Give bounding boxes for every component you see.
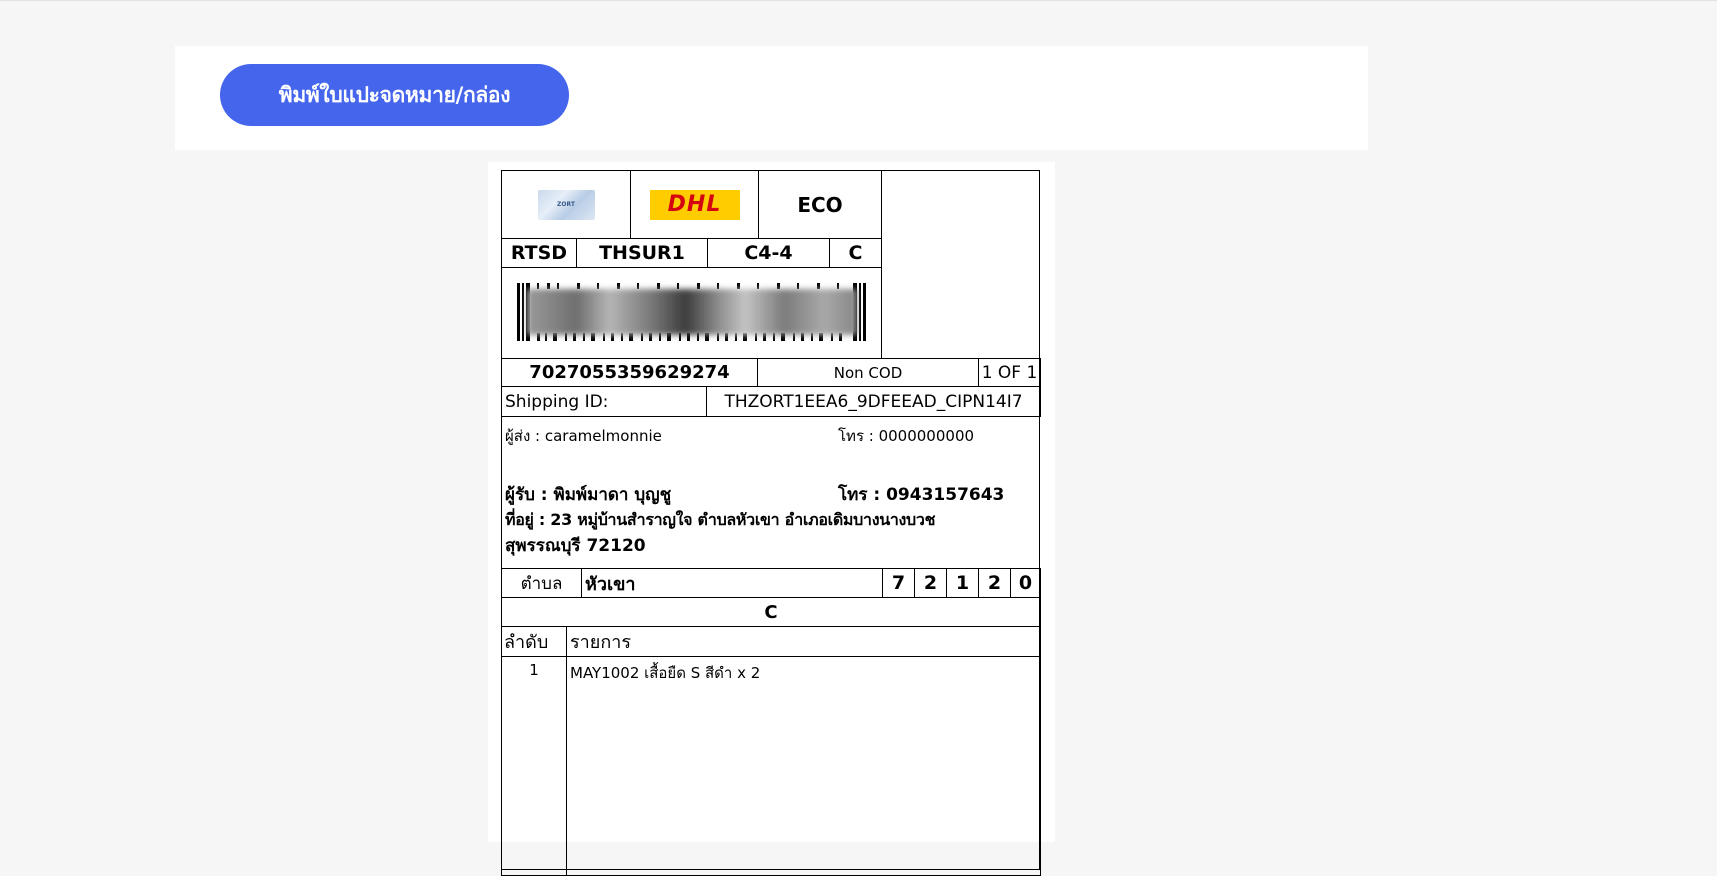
postcode-digit: 7 [882,568,915,598]
postcode-digit: 0 [1010,568,1041,598]
items-no-column: 1 [501,656,567,876]
items-header-no: ลำดับ [501,626,567,657]
item-description: MAY1002 เสื้อยืด S สีดำ x 2 [570,664,761,682]
postcode-digit: 1 [946,568,979,598]
sort-code: C [501,597,1041,627]
route-code-1: RTSD [501,238,577,268]
sender-name: ผู้ส่ง : caramelmonnie [505,427,662,445]
subdistrict-label: ตำบล [501,568,582,598]
carrier-logo-cell: DHL [630,170,759,239]
route-code-2: THSUR1 [576,238,708,268]
print-label-button[interactable]: พิมพ์ใบแปะจดหมาย/กล่อง [220,64,569,126]
cod-status: Non COD [757,358,979,387]
recipient-phone: โทร : 0943157643 [838,485,1005,505]
shipping-label-preview: ZORT DHL ECO RTSD THSUR1 C4-4 C 70270553… [488,162,1055,876]
recipient-address-line1: ที่อยู่ : 23 หมู่บ้านสำราญใจ ตำบลหัวเขา … [505,510,936,529]
service-type: ECO [758,170,882,239]
zort-logo-text: ZORT [557,201,575,208]
items-description-column: MAY1002 เสื้อยืด S สีดำ x 2 [566,656,1041,876]
shipping-id: THZORT1EEA6_9DFEEAD_CIPN14I7 [706,386,1041,417]
postcode-digit: 2 [978,568,1011,598]
toolbar: พิมพ์ใบแปะจดหมาย/กล่อง [175,46,1368,150]
barcode-blurred [527,289,857,335]
items-header-item: รายการ [566,626,1041,657]
recipient-name: ผู้รับ : พิมพ์มาดา บุญชู [505,485,672,505]
recipient-address-line2: สุพรรณบุรี 72120 [505,536,646,556]
dhl-logo-text: DHL [667,191,722,217]
item-no: 1 [529,661,539,679]
route-code-4: C [829,238,882,268]
postcode-digit: 2 [914,568,947,598]
route-code-3: C4-4 [707,238,830,268]
shipping-id-label: Shipping ID: [501,386,707,417]
zort-logo-cell: ZORT [501,170,631,239]
shipping-label: ZORT DHL ECO RTSD THSUR1 C4-4 C 70270553… [501,170,1041,876]
top-border [0,0,1717,1]
package-count: 1 OF 1 [978,358,1041,387]
blank-area [881,170,1041,359]
zort-logo: ZORT [537,189,595,220]
barcode [517,283,866,341]
address-block: ผู้ส่ง : caramelmonnie โทร : 0000000000 … [502,423,1041,569]
subdistrict-name: หัวเขา [581,568,883,598]
tracking-number: 7027055359629274 [501,358,758,387]
sender-phone: โทร : 0000000000 [838,427,975,445]
dhl-logo: DHL [649,189,740,220]
